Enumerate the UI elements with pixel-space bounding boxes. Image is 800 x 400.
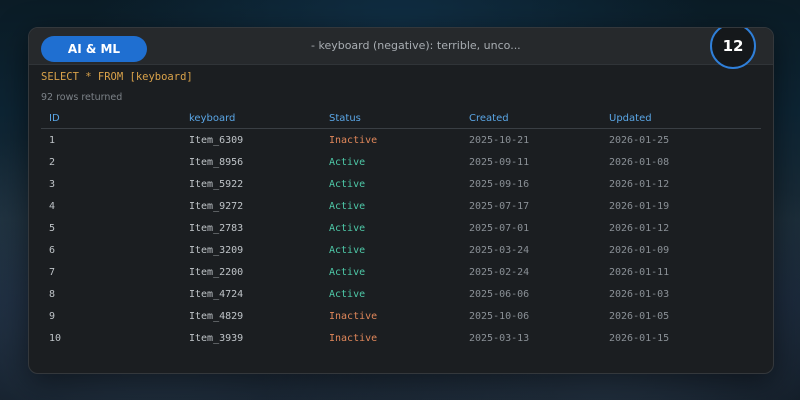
cell-id: 9 <box>49 310 56 322</box>
cell-id: 8 <box>49 288 56 300</box>
cell-updated: 2026-01-08 <box>609 156 670 168</box>
cell-status: Inactive <box>329 134 378 146</box>
column-header-keyboard[interactable]: keyboard <box>181 108 321 129</box>
cell-updated: 2026-01-25 <box>609 134 670 146</box>
results-table: ID keyboard Status Created Updated 1 Item… <box>41 108 761 349</box>
cell-id: 3 <box>49 178 56 190</box>
table-row[interactable]: 6 Item_3209 Active 2025-03-24 2026-01-09 <box>41 239 761 261</box>
cell-updated: 2026-01-19 <box>609 200 670 212</box>
column-header-created[interactable]: Created <box>461 108 601 129</box>
cell-updated: 2026-01-12 <box>609 222 670 234</box>
cell-keyboard: Item_2783 <box>189 222 244 234</box>
cell-created: 2025-03-24 <box>469 244 530 256</box>
table-row[interactable]: 8 Item_4724 Active 2025-06-06 2026-01-03 <box>41 283 761 305</box>
column-header-id[interactable]: ID <box>41 108 181 129</box>
cell-id: 4 <box>49 200 56 212</box>
table-body: 1 Item_6309 Inactive 2025-10-21 2026-01-25 2 I… <box>41 129 761 350</box>
cell-id: 7 <box>49 266 56 278</box>
cell-keyboard: Item_5922 <box>189 178 244 190</box>
query-result-panel: AI & ML - keyboard (negative): terrible,… <box>28 27 774 374</box>
cell-id: 5 <box>49 222 56 234</box>
row-count: 92 rows returned <box>41 92 123 103</box>
cell-created: 2025-07-01 <box>469 222 530 234</box>
cell-status: Active <box>329 200 366 212</box>
category-button[interactable]: AI & ML <box>41 36 147 62</box>
cell-updated: 2026-01-03 <box>609 288 670 300</box>
cell-status: Active <box>329 266 366 278</box>
table-row[interactable]: 2 Item_8956 Active 2025-09-11 2026-01-08 <box>41 151 761 173</box>
cell-created: 2025-07-17 <box>469 200 530 212</box>
cell-status: Inactive <box>329 310 378 322</box>
cell-updated: 2026-01-05 <box>609 310 670 322</box>
panel-header: AI & ML - keyboard (negative): terrible,… <box>29 28 773 65</box>
cell-created: 2025-06-06 <box>469 288 530 300</box>
cell-created: 2025-09-11 <box>469 156 530 168</box>
cell-keyboard: Item_4829 <box>189 310 244 322</box>
cell-keyboard: Item_9272 <box>189 200 244 212</box>
cell-created: 2025-10-06 <box>469 310 530 322</box>
column-header-status[interactable]: Status <box>321 108 461 129</box>
cell-keyboard: Item_8956 <box>189 156 244 168</box>
cell-updated: 2026-01-12 <box>609 178 670 190</box>
cell-created: 2025-03-13 <box>469 332 530 344</box>
cell-updated: 2026-01-09 <box>609 244 670 256</box>
cell-created: 2025-10-21 <box>469 134 530 146</box>
table-row[interactable]: 10 Item_3939 Inactive 2025-03-13 2026-01-15 <box>41 327 761 349</box>
table-row[interactable]: 4 Item_9272 Active 2025-07-17 2026-01-19 <box>41 195 761 217</box>
cell-status: Active <box>329 178 366 190</box>
table-row[interactable]: 1 Item_6309 Inactive 2025-10-21 2026-01-25 <box>41 129 761 152</box>
cell-status: Active <box>329 156 366 168</box>
cell-id: 2 <box>49 156 56 168</box>
cell-updated: 2026-01-15 <box>609 332 670 344</box>
panel-subtitle: - keyboard (negative): terrible, unco... <box>311 39 521 52</box>
cell-status: Active <box>329 288 366 300</box>
cell-status: Active <box>329 222 366 234</box>
table-row[interactable]: 5 Item_2783 Active 2025-07-01 2026-01-12 <box>41 217 761 239</box>
cell-keyboard: Item_6309 <box>189 134 244 146</box>
table-row[interactable]: 9 Item_4829 Inactive 2025-10-06 2026-01-05 <box>41 305 761 327</box>
column-header-updated[interactable]: Updated <box>601 108 761 129</box>
table-header-row: ID keyboard Status Created Updated <box>41 108 761 129</box>
table-row[interactable]: 3 Item_5922 Active 2025-09-16 2026-01-12 <box>41 173 761 195</box>
cell-status: Inactive <box>329 332 378 344</box>
cell-updated: 2026-01-11 <box>609 266 670 278</box>
cell-keyboard: Item_4724 <box>189 288 244 300</box>
cell-keyboard: Item_3209 <box>189 244 244 256</box>
cell-id: 10 <box>49 332 62 344</box>
table-row[interactable]: 7 Item_2200 Active 2025-02-24 2026-01-11 <box>41 261 761 283</box>
cell-id: 1 <box>49 134 56 146</box>
cell-keyboard: Item_3939 <box>189 332 244 344</box>
cell-status: Active <box>329 244 366 256</box>
cell-created: 2025-02-24 <box>469 266 530 278</box>
sql-query: SELECT * FROM [keyboard] <box>41 71 193 83</box>
cell-keyboard: Item_2200 <box>189 266 244 278</box>
cell-created: 2025-09-16 <box>469 178 530 190</box>
cell-id: 6 <box>49 244 56 256</box>
